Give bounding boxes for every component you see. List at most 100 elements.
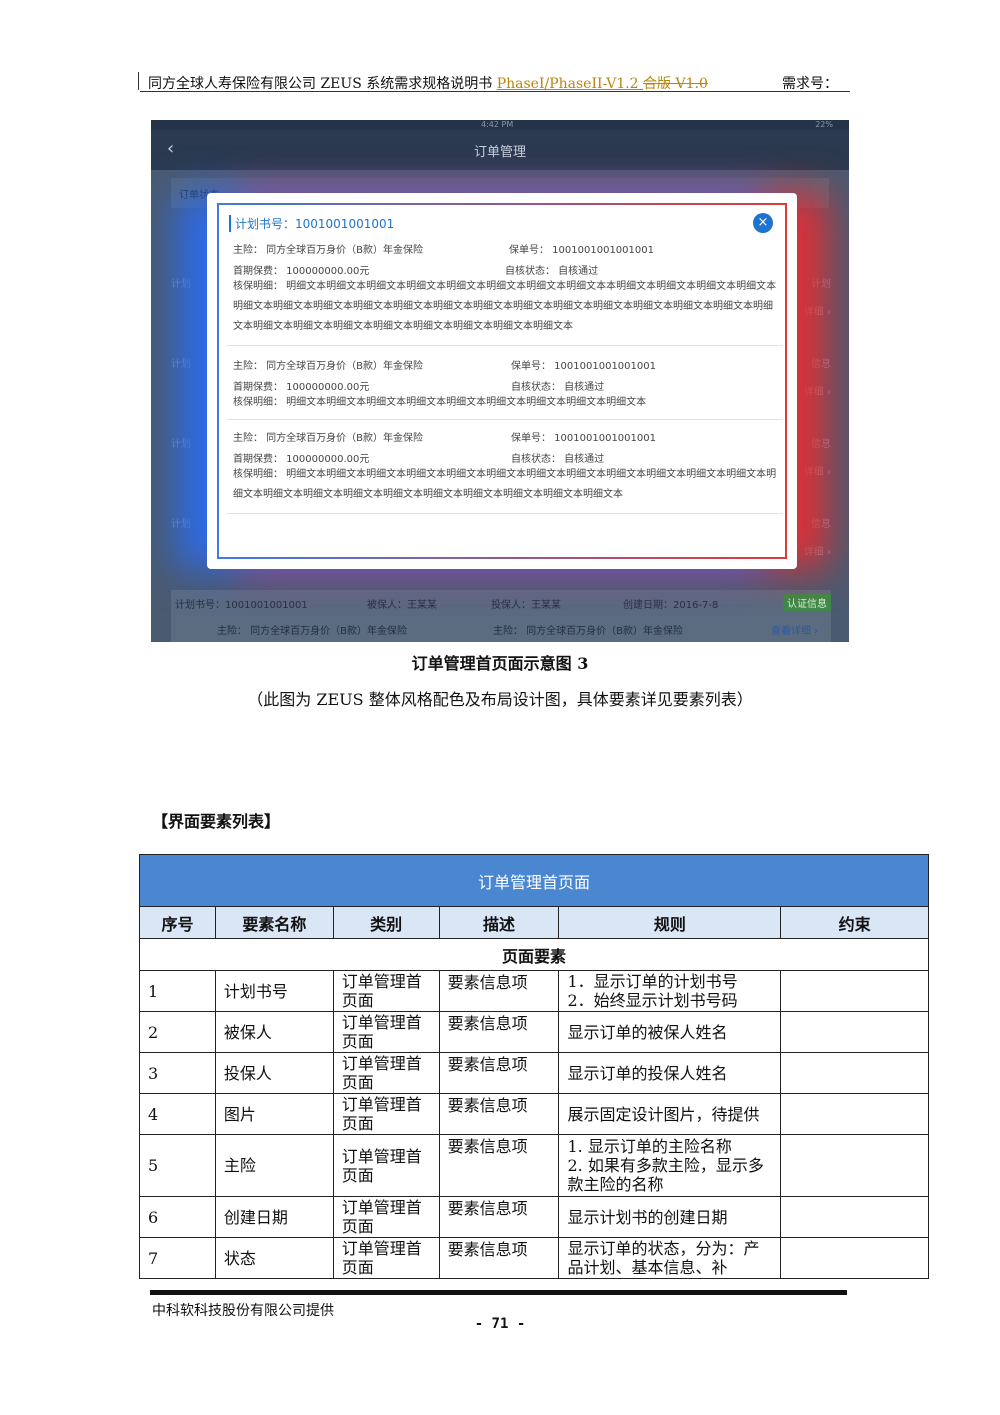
order-3-status: 自核状态： 自核通过 [511, 454, 605, 465]
order-3-policy: 保单号： 1001001001001001 [511, 433, 656, 444]
bottom-order-card[interactable]: 计划书号：1001001001001 被保人：王某某 投保人：王某某 创建日期：… [171, 590, 831, 642]
row-name: 投保人 [214, 1052, 334, 1094]
table-row: 7 状态 订单管理首页面 要素信息项 显示订单的状态，分为：产品计划、基本信息、补 [139, 1237, 929, 1279]
col-header: 类别 [332, 906, 440, 939]
row-type: 订单管理首页面 [332, 1011, 440, 1053]
row-limit [780, 1052, 929, 1094]
row-type: 订单管理首页面 [332, 1237, 440, 1279]
nav-bar: ‹ 订单管理 [151, 130, 849, 170]
row-desc: 要素信息项 [438, 970, 560, 1012]
order-1-status: 自核状态： 自核通过 [505, 266, 599, 277]
row-limit [780, 1134, 929, 1197]
row-limit [780, 970, 929, 1012]
ui-screenshot: 4:42 PM 22% ‹ 订单管理 订单状态 计划 计划 计划 计划 计划 详… [151, 120, 849, 642]
header-req-no: 需求号： [782, 76, 838, 92]
header-title-text: 同方全球人寿保险有限公司 ZEUS 系统需求规格说明书 [148, 76, 497, 92]
row-limit [780, 1011, 929, 1053]
row-type: 订单管理首页面 [332, 1052, 440, 1094]
table-row: 1 计划书号 订单管理首页面 要素信息项 1．显示订单的计划书号 2．始终显示计划书号码 [139, 970, 929, 1012]
row-limit [780, 1237, 929, 1279]
card-plan-no: 计划书号：1001001001001 [175, 600, 308, 611]
page-number: - 71 - [474, 1316, 526, 1332]
row-rule: 显示订单的被保人姓名 [558, 1011, 782, 1053]
row-rule: 显示订单的投保人姓名 [558, 1052, 782, 1094]
nav-title: 订单管理 [473, 145, 526, 160]
order-2-detail: 核保明细： 明细文本明细文本明细文本明细文本明细文本明细文本明细文本明细文本明细… [233, 397, 647, 408]
page-header: 同方全球人寿保险有限公司 ZEUS 系统需求规格说明书 PhaseI/Phase… [138, 70, 850, 93]
bg-right-8: 详细 › [803, 547, 831, 558]
status-bar: 4:42 PM 22% [151, 120, 849, 130]
order-separator [227, 419, 783, 420]
row-desc: 要素信息项 [438, 1134, 560, 1197]
row-desc: 要素信息项 [438, 1052, 560, 1094]
table-header-row: 序号 要素名称 类别 描述 规则 约束 [139, 906, 929, 939]
row-type: 订单管理首页面 [332, 1134, 440, 1197]
card-main-1: 主险： 同方全球百万身价（B款）年金保险 [217, 626, 408, 637]
row-rule: 1. 显示订单的主险名称 2. 如果有多款主险，显示多款主险的名称 [558, 1134, 782, 1197]
header-struck-version: 合版 V1.0 [643, 76, 708, 92]
status-battery: 22% [815, 120, 833, 129]
row-desc: 要素信息项 [438, 1196, 560, 1238]
header-left-bar [138, 72, 139, 90]
modal-plan-no: 计划书号：1001001001001 [229, 215, 394, 232]
order-3-detail: 核保明细： 明细文本明细文本明细文本明细文本明细文本明细文本明细文本明细文本明细… [233, 469, 777, 500]
header-version: PhaseI/PhaseII-V1.2 [496, 76, 644, 92]
col-header: 规则 [558, 906, 782, 939]
order-1-detail: 核保明细： 明细文本明细文本明细文本明细文本明细文本明细文本明细文本明细文本本明… [233, 281, 777, 332]
col-header: 描述 [438, 906, 560, 939]
order-block-3: 主险： 同方全球百万身价（B款）年金保险 保单号： 10010010010010… [227, 429, 783, 529]
order-2-main: 主险： 同方全球百万身价（B款）年金保险 [233, 361, 424, 372]
row-no: 4 [139, 1093, 216, 1135]
order-detail-modal: 计划书号：1001001001001 × 主险： 同方全球百万身价（B款）年金保… [207, 193, 797, 569]
row-type: 订单管理首页面 [332, 1093, 440, 1135]
section-title: 【界面要素列表】 [152, 812, 281, 831]
row-rule: 显示订单的状态，分为：产品计划、基本信息、补 [558, 1237, 782, 1279]
row-limit [780, 1093, 929, 1135]
row-name: 状态 [214, 1237, 334, 1279]
order-1-main: 主险： 同方全球百万身价（B款）年金保险 [233, 245, 424, 256]
table-row: 3 投保人 订单管理首页面 要素信息项 显示订单的投保人姓名 [139, 1052, 929, 1094]
bg-right-3: 信息 [811, 359, 831, 370]
col-header: 序号 [139, 906, 216, 939]
card-date: 创建日期：2016-7-8 [623, 600, 719, 611]
close-icon[interactable]: × [753, 213, 773, 233]
order-separator [227, 513, 783, 514]
bg-right-4: 详细 › [803, 387, 831, 398]
row-desc: 要素信息项 [438, 1011, 560, 1053]
order-block-2: 主险： 同方全球百万身价（B款）年金保险 保单号： 10010010010010… [227, 357, 783, 427]
row-no: 3 [139, 1052, 216, 1094]
table-row: 6 创建日期 订单管理首页面 要素信息项 显示计划书的创建日期 [139, 1196, 929, 1238]
card-view-detail-link[interactable]: 查看详细 › [771, 622, 818, 637]
row-type: 订单管理首页面 [332, 970, 440, 1012]
table-body: 1 计划书号 订单管理首页面 要素信息项 1．显示订单的计划书号 2．始终显示计划书号码… [139, 970, 929, 1279]
row-type: 订单管理首页面 [332, 1196, 440, 1238]
row-name: 计划书号 [214, 970, 334, 1012]
row-limit [780, 1196, 929, 1238]
row-no: 7 [139, 1237, 216, 1279]
row-desc: 要素信息项 [438, 1237, 560, 1279]
figure-note: （此图为 ZEUS 整体风格配色及布局设计图，具体要素详见要素列表） [247, 690, 753, 709]
order-separator [227, 345, 783, 346]
header-title: 同方全球人寿保险有限公司 ZEUS 系统需求规格说明书 PhaseI/Phase… [148, 73, 708, 93]
status-time: 4:42 PM [481, 120, 514, 129]
table-row: 4 图片 订单管理首页面 要素信息项 展示固定设计图片，待提供 [139, 1093, 929, 1135]
row-name: 被保人 [214, 1011, 334, 1053]
card-status-badge: 认证信息 [783, 594, 831, 611]
row-rule: 展示固定设计图片，待提供 [558, 1093, 782, 1135]
row-rule: 显示计划书的创建日期 [558, 1196, 782, 1238]
figure-caption: 订单管理首页面示意图 3 [411, 654, 589, 673]
order-2-premium: 首期保费： 100000000.00元 [233, 382, 370, 393]
table-row: 2 被保人 订单管理首页面 要素信息项 显示订单的被保人姓名 [139, 1011, 929, 1053]
row-desc: 要素信息项 [438, 1093, 560, 1135]
row-no: 1 [139, 970, 216, 1012]
order-1-policy: 保单号： 1001001001001001 [509, 245, 654, 256]
element-table: 订单管理首页面 序号 要素名称 类别 描述 规则 约束 页面要素 1 计划书号 订单… [139, 854, 929, 1279]
card-holder: 投保人：王某某 [491, 600, 561, 611]
col-header: 约束 [780, 906, 929, 939]
card-insured: 被保人：王某某 [367, 600, 437, 611]
table-title: 订单管理首页面 [139, 854, 929, 907]
bg-right-7: 信息 [811, 519, 831, 530]
row-name: 创建日期 [214, 1196, 334, 1238]
bg-right-5: 信息 [811, 439, 831, 450]
col-header: 要素名称 [214, 906, 334, 939]
